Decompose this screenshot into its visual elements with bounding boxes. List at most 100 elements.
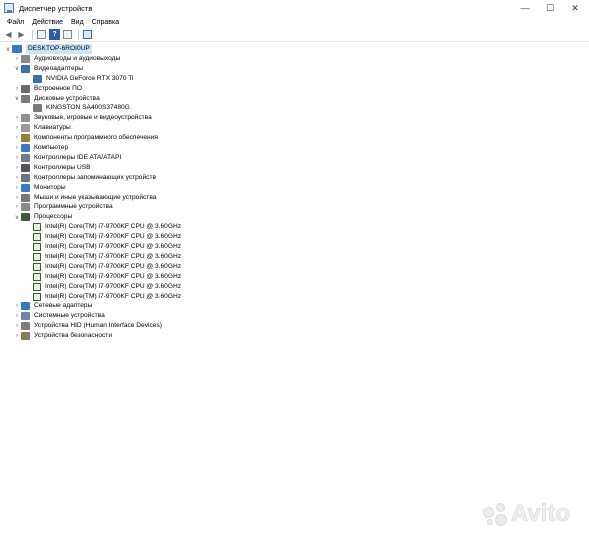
window-title: Диспетчер устройств — [19, 3, 93, 13]
forward-icon[interactable]: ▶ — [16, 29, 27, 40]
help-icon[interactable]: ? — [49, 29, 60, 40]
hid-icon — [21, 322, 30, 331]
tree-category[interactable]: › Контроллеры запоминающих устройств — [13, 173, 156, 183]
tree-category[interactable]: › Мониторы — [13, 183, 66, 193]
computer-icon — [21, 144, 30, 152]
processor-icon — [33, 252, 41, 261]
device-label: Intel(R) Core(TM) i7-9700KF CPU @ 3.60GH… — [45, 223, 182, 231]
tree-device[interactable]: Intel(R) Core(TM) i7-9700KF CPU @ 3.60GH… — [33, 252, 181, 262]
back-icon[interactable]: ◀ — [3, 29, 14, 40]
collapse-icon[interactable]: ∨ — [4, 46, 12, 53]
tree-root[interactable]: ∨ DESKTOP-6ROI0UP — [4, 44, 92, 54]
tree-category[interactable]: › Встроенное ПО — [13, 84, 82, 94]
sound-icon — [21, 114, 30, 123]
expand-icon[interactable]: › — [13, 185, 21, 191]
tree-root-label: DESKTOP-6ROI0UP — [26, 44, 92, 54]
system-device-icon — [21, 312, 30, 321]
expand-icon[interactable]: › — [13, 135, 21, 141]
menu-help[interactable]: Справка — [88, 19, 123, 26]
software-device-icon — [21, 203, 30, 212]
scan-hardware-icon[interactable] — [82, 29, 93, 40]
processor-icon — [33, 243, 41, 251]
processor-icon — [33, 233, 41, 242]
toolbar-separator — [32, 29, 33, 40]
properties-icon[interactable] — [36, 29, 47, 40]
device-label: NVIDIA GeForce RTX 3070 Ti — [46, 74, 134, 82]
tree-category[interactable]: › Устройства HID (Human Interface Devices… — [13, 321, 162, 331]
expand-icon[interactable]: › — [13, 56, 21, 62]
expand-icon[interactable]: › — [13, 115, 21, 121]
display-adapter-icon — [21, 64, 30, 73]
category-label: Устройства HID (Human Interface Devices) — [34, 322, 162, 330]
category-label: Видеоадаптеры — [34, 64, 84, 72]
tree-category[interactable]: ∨ Процессоры — [13, 212, 72, 222]
menu-view[interactable]: Вид — [67, 19, 88, 26]
tree-category[interactable]: › Мыши и иные указывающие устройства — [13, 193, 156, 203]
device-label: Intel(R) Core(TM) i7-9700KF CPU @ 3.60GH… — [45, 252, 182, 260]
processor-icon — [33, 272, 41, 281]
processor-icon — [33, 292, 41, 301]
tree-category[interactable]: › Системные устройства — [13, 311, 105, 321]
avito-watermark: Avito — [482, 500, 570, 528]
usb-icon — [21, 163, 30, 172]
tree-category[interactable]: › Аудиовходы и аудиовыходы — [13, 54, 120, 64]
expand-icon[interactable]: › — [13, 145, 21, 151]
tree-category[interactable]: › Компьютер — [13, 143, 68, 153]
display-adapter-icon — [33, 74, 42, 83]
expand-icon[interactable]: › — [13, 175, 21, 181]
close-button[interactable]: ✕ — [562, 0, 588, 16]
tree-device[interactable]: Intel(R) Core(TM) i7-9700KF CPU @ 3.60GH… — [33, 262, 181, 272]
tree-category[interactable]: ∨ Дисковые устройства — [13, 94, 100, 104]
expand-icon[interactable]: › — [13, 323, 21, 329]
update-driver-icon[interactable] — [62, 29, 73, 40]
category-label: Мыши и иные указывающие устройства — [34, 193, 157, 201]
expand-icon[interactable]: › — [13, 313, 21, 319]
maximize-button[interactable]: ☐ — [537, 0, 563, 16]
minimize-button[interactable]: — — [512, 0, 538, 16]
device-label: Intel(R) Core(TM) i7-9700KF CPU @ 3.60GH… — [45, 243, 182, 250]
tree-category[interactable]: › Сетевые адаптеры — [13, 301, 92, 311]
expand-icon[interactable]: › — [13, 155, 21, 161]
tree-category[interactable]: ∨ Видеоадаптеры — [13, 64, 83, 74]
tree-device[interactable]: Intel(R) Core(TM) i7-9700KF CPU @ 3.60GH… — [33, 242, 181, 252]
tree-category[interactable]: › Звуковые, игровые и видеоустройства — [13, 113, 152, 123]
tree-category[interactable]: › Компоненты программного обеспечения — [13, 133, 158, 143]
expand-icon[interactable]: › — [13, 195, 21, 201]
title-bar: Диспетчер устройств — ☐ ✕ — [0, 0, 589, 16]
tree-category[interactable]: › Контроллеры USB — [13, 163, 91, 173]
menu-bar: Файл Действие Вид Справка — [0, 16, 589, 28]
device-label: KINGSTON SA400S37480G — [46, 104, 130, 112]
expand-icon[interactable]: › — [13, 125, 21, 131]
category-label: Звуковые, игровые и видеоустройства — [34, 114, 152, 122]
expand-icon[interactable]: › — [13, 165, 21, 171]
tree-device[interactable]: Intel(R) Core(TM) i7-9700KF CPU @ 3.60GH… — [33, 282, 181, 292]
collapse-icon[interactable]: ∨ — [13, 214, 21, 221]
tree-device[interactable]: Intel(R) Core(TM) i7-9700KF CPU @ 3.60GH… — [33, 222, 181, 232]
tree-device[interactable]: KINGSTON SA400S37480G — [33, 103, 130, 113]
collapse-icon[interactable]: ∨ — [13, 95, 21, 102]
toolbar: ◀ ▶ ? — [0, 28, 589, 42]
monitor-icon — [21, 183, 30, 192]
tree-category[interactable]: › Устройства безопасности — [13, 331, 112, 341]
software-component-icon — [21, 134, 30, 143]
expand-icon[interactable]: › — [13, 333, 21, 339]
collapse-icon[interactable]: ∨ — [13, 65, 21, 72]
tree-device[interactable]: Intel(R) Core(TM) i7-9700KF CPU @ 3.60GH… — [33, 232, 181, 242]
tree-category[interactable]: › Клавиатуры — [13, 123, 71, 133]
category-label: Клавиатуры — [34, 124, 71, 132]
avito-logo-icon — [482, 501, 508, 527]
expand-icon[interactable]: › — [13, 303, 21, 309]
expand-icon[interactable]: › — [13, 204, 21, 210]
toolbar-separator — [78, 29, 79, 40]
ide-controller-icon — [21, 153, 30, 162]
mouse-icon — [21, 193, 30, 202]
tree-device[interactable]: Intel(R) Core(TM) i7-9700KF CPU @ 3.60GH… — [33, 272, 181, 282]
device-label: Intel(R) Core(TM) i7-9700KF CPU @ 3.60GH… — [45, 233, 182, 241]
menu-action[interactable]: Действие — [28, 19, 67, 26]
tree-category[interactable]: › Контроллеры IDE ATA/ATAPI — [13, 153, 121, 163]
tree-device[interactable]: Intel(R) Core(TM) i7-9700KF CPU @ 3.60GH… — [33, 292, 181, 302]
tree-device[interactable]: NVIDIA GeForce RTX 3070 Ti — [33, 74, 133, 84]
expand-icon[interactable]: › — [13, 86, 21, 92]
menu-file[interactable]: Файл — [3, 19, 28, 26]
tree-category[interactable]: › Программные устройства — [13, 202, 113, 212]
